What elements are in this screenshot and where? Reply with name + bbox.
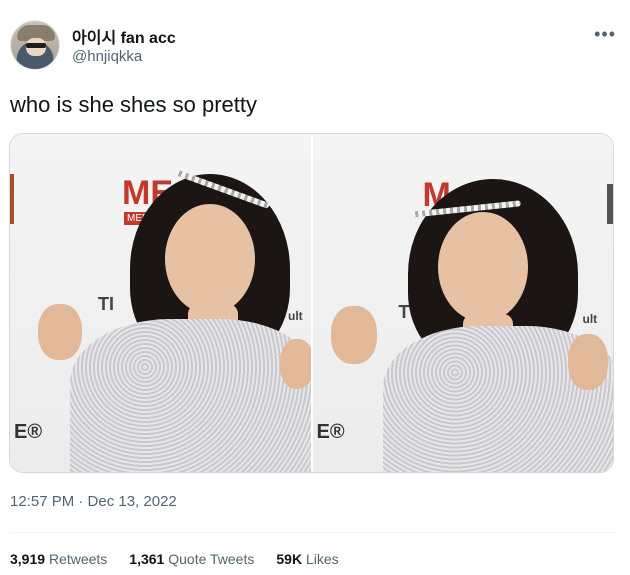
retweets-count: 3,919 — [10, 551, 46, 567]
tweet-media[interactable]: ME MEDI TI ult E® M T ult E® — [9, 133, 614, 473]
quote-tweets-count: 1,361 — [129, 551, 165, 567]
hand-left — [38, 304, 82, 360]
more-options-icon[interactable]: ••• — [594, 24, 616, 45]
backdrop-accent — [607, 184, 613, 224]
face — [437, 212, 528, 322]
divider — [10, 532, 616, 533]
hand-right — [567, 334, 608, 390]
retweets-label: Retweets — [48, 551, 108, 567]
tweet-header: 아이시 fan acc @hnjiqkka ••• — [10, 20, 618, 72]
photo-right[interactable]: M T ult E® — [312, 134, 613, 472]
tweet-stats: 3,919 Retweets 1,361 Quote Tweets 59K Li… — [10, 551, 339, 567]
likes-count: 59K — [276, 551, 303, 567]
backdrop-accent — [10, 174, 14, 224]
sequin-dress — [70, 319, 311, 472]
avatar-sunglasses — [26, 43, 46, 48]
hand-right — [280, 339, 311, 389]
hand-left — [330, 306, 377, 364]
backdrop-wordmark-edge: ult — [288, 309, 303, 323]
backdrop-wordmark-edge: ult — [582, 312, 598, 326]
face — [165, 204, 255, 314]
backdrop-wordmark: T — [398, 302, 410, 322]
quote-tweets-label: Quote Tweets — [168, 551, 255, 567]
backdrop-mark: E® — [14, 421, 43, 443]
tweet-text: who is she shes so pretty — [10, 92, 258, 117]
photo-left[interactable]: ME MEDI TI ult E® — [10, 134, 311, 472]
quote-tweets-stat[interactable]: 1,361 Quote Tweets — [129, 551, 254, 567]
tweet-timestamp[interactable]: 12:57 PM · Dec 13, 2022 — [10, 493, 177, 510]
user-handle[interactable]: @hnjiqkka — [72, 48, 142, 65]
likes-stat[interactable]: 59K Likes — [276, 551, 338, 567]
backdrop-mark: E® — [316, 421, 345, 443]
backdrop-wordmark: TI — [98, 294, 114, 314]
display-name[interactable]: 아이시 fan acc — [72, 24, 176, 48]
avatar[interactable] — [10, 20, 60, 70]
likes-label: Likes — [305, 551, 339, 567]
retweets-stat[interactable]: 3,919 Retweets — [10, 551, 107, 567]
